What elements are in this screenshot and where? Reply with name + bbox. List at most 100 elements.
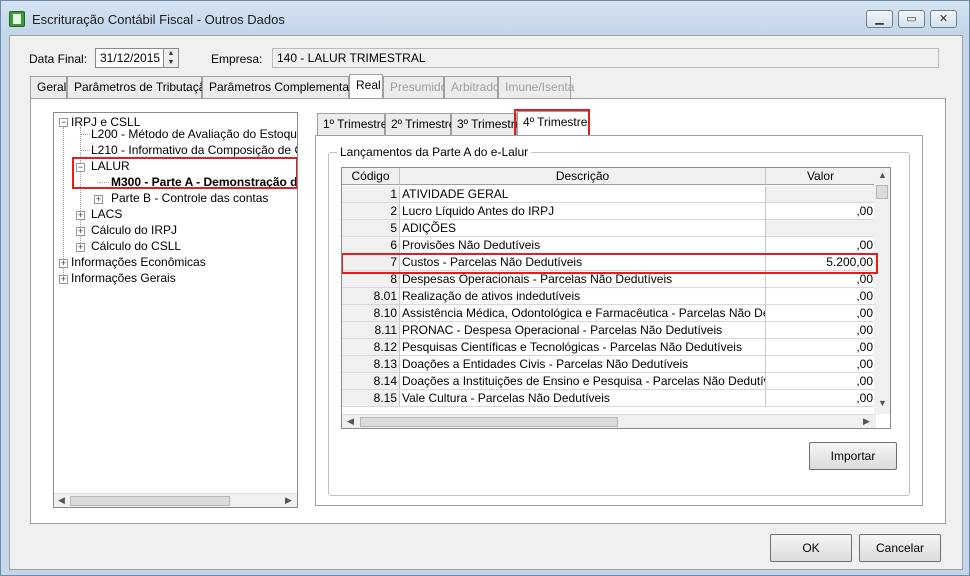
group-title: Lançamentos da Parte A do e-Lalur [337, 145, 532, 159]
scroll-thumb[interactable] [360, 417, 618, 427]
table-row[interactable]: 8.13 Doações a Entidades Civis - Parcelas… [342, 356, 876, 373]
tab-real[interactable]: Real [349, 74, 383, 98]
tree-item-l200[interactable]: L200 - Método de Avaliação do Estoque Fi… [91, 127, 297, 141]
table-row[interactable]: 1 ATIVIDADE GERAL [342, 186, 876, 203]
cell-valor[interactable]: ,00 [766, 203, 876, 220]
cell-codigo: 6 [342, 237, 400, 254]
importar-button[interactable]: Importar [809, 442, 897, 470]
tree-item-informacoes-gerais[interactable]: Informações Gerais [71, 271, 176, 285]
app-icon [9, 11, 25, 27]
cell-codigo: 8.10 [342, 305, 400, 322]
scroll-up-icon[interactable]: ▲ [878, 170, 887, 180]
cell-valor[interactable]: ,00 [766, 339, 876, 356]
expand-icon[interactable]: + [76, 243, 85, 252]
cell-descricao: Doações a Instituições de Ensino e Pesqu… [400, 373, 766, 390]
window-title: Escrituração Contábil Fiscal - Outros Da… [32, 12, 285, 27]
cell-descricao: ADIÇÕES [400, 220, 766, 237]
tab-arbitrado: Arbitrado [444, 76, 500, 98]
title-bar[interactable]: Escrituração Contábil Fiscal - Outros Da… [1, 1, 969, 35]
spin-down-icon[interactable]: ▼ [164, 58, 178, 67]
tree-item-parte-b[interactable]: Parte B - Controle das contas [111, 191, 268, 205]
cell-valor[interactable]: ,00 [766, 390, 876, 407]
table-row[interactable]: 8.14 Doações a Instituições de Ensino e P… [342, 373, 876, 390]
table-row[interactable]: 8.15 Vale Cultura - Parcelas Não Dedutíve… [342, 390, 876, 407]
empresa-label: Empresa: [211, 52, 263, 66]
scroll-thumb[interactable] [70, 496, 230, 506]
tree-item-calculo-csll[interactable]: Cálculo do CSLL [91, 239, 181, 253]
spin-up-icon[interactable]: ▲ [164, 49, 178, 58]
tab-geral[interactable]: Geral [30, 76, 67, 98]
tab-3-trimestre[interactable]: 3º Trimestre [451, 113, 521, 135]
scroll-down-icon[interactable]: ▼ [878, 398, 887, 408]
tab-2-trimestre[interactable]: 2º Trimestre [385, 113, 455, 135]
table-row[interactable]: 8.01 Realização de ativos indedutíveis ,00 [342, 288, 876, 305]
cell-descricao: Doações a Entidades Civis - Parcelas Não… [400, 356, 766, 373]
cell-valor[interactable] [766, 186, 876, 203]
tree-item-calculo-irpj[interactable]: Cálculo do IRPJ [91, 223, 177, 237]
trimestre-panel: Lançamentos da Parte A do e-Lalur Código… [315, 135, 923, 506]
table-row[interactable]: 5 ADIÇÕES [342, 220, 876, 237]
table-row[interactable]: 8.11 PRONAC - Despesa Operacional - Parce… [342, 322, 876, 339]
tree-item-lacs[interactable]: LACS [91, 207, 122, 221]
tab-presumido: Presumido [383, 76, 447, 98]
table-row[interactable]: 2 Lucro Líquido Antes do IRPJ ,00 [342, 203, 876, 220]
empresa-field: 140 - LALUR TRIMESTRAL [272, 48, 939, 68]
cell-codigo: 8.14 [342, 373, 400, 390]
cell-descricao: ATIVIDADE GERAL [400, 186, 766, 203]
expand-icon[interactable]: + [76, 211, 85, 220]
cell-valor[interactable]: ,00 [766, 356, 876, 373]
scroll-right-icon[interactable]: ▶ [285, 495, 292, 506]
lancamentos-grid[interactable]: Código Descrição Valor 1 ATIVIDADE GERAL 2… [341, 167, 891, 429]
table-row[interactable]: 8.12 Pesquisas Científicas e Tecnológicas… [342, 339, 876, 356]
cell-valor[interactable]: ,00 [766, 305, 876, 322]
trimestre-highlight [514, 109, 590, 137]
cell-valor[interactable]: ,00 [766, 237, 876, 254]
close-button[interactable]: ✕ [930, 10, 957, 28]
tab-parametros-complementares[interactable]: Parâmetros Complementares [202, 76, 366, 98]
tab-panel-real: − IRPJ e CSLL L200 - Método de Avaliação… [30, 98, 946, 524]
tab-parametros-tributacao[interactable]: Parâmetros de Tributação [67, 76, 212, 98]
custos-row-highlight [342, 253, 878, 274]
table-row[interactable]: 8.10 Assistência Médica, Odontológica e F… [342, 305, 876, 322]
tree-item-l210[interactable]: L210 - Informativo da Composição de Cust… [91, 143, 297, 157]
tab-imune-isenta: Imune/Isenta [498, 76, 574, 98]
date-spinner[interactable]: ▲ ▼ [163, 48, 179, 68]
table-row[interactable]: 6 Provisões Não Dedutíveis ,00 [342, 237, 876, 254]
minimize-button[interactable]: ▁ [866, 10, 893, 28]
grid-horizontal-scrollbar[interactable]: ◀ ▶ [342, 414, 876, 428]
data-final-label: Data Final: [29, 52, 88, 66]
maximize-button[interactable]: ▭ [898, 10, 925, 28]
cell-descricao: Vale Cultura - Parcelas Não Dedutíveis [400, 390, 766, 407]
cell-valor[interactable]: ,00 [766, 288, 876, 305]
expand-icon[interactable]: + [76, 227, 85, 236]
expand-icon[interactable]: + [94, 195, 103, 204]
tree-view[interactable]: − IRPJ e CSLL L200 - Método de Avaliação… [53, 112, 298, 508]
client-area: Data Final: 31/12/2015 ▲ ▼ Empresa: 140 … [9, 35, 963, 570]
cell-valor[interactable] [766, 220, 876, 237]
column-header-valor[interactable]: Valor [766, 168, 876, 185]
scroll-thumb[interactable] [876, 185, 888, 199]
cell-codigo: 8.11 [342, 322, 400, 339]
cell-codigo: 1 [342, 186, 400, 203]
tab-1-trimestre[interactable]: 1º Trimestre [317, 113, 387, 135]
data-final-field[interactable]: 31/12/2015 [95, 48, 165, 68]
scroll-left-icon[interactable]: ◀ [347, 416, 354, 427]
tree-horizontal-scrollbar[interactable]: ◀ ▶ [54, 493, 297, 507]
scroll-right-icon[interactable]: ▶ [863, 416, 870, 427]
tree-item-informacoes-economicas[interactable]: Informações Econômicas [71, 255, 206, 269]
expand-icon[interactable]: + [59, 275, 68, 284]
cell-descricao: Realização de ativos indedutíveis [400, 288, 766, 305]
cell-valor[interactable]: ,00 [766, 373, 876, 390]
cell-descricao: Pesquisas Científicas e Tecnológicas - P… [400, 339, 766, 356]
cancelar-button[interactable]: Cancelar [859, 534, 941, 562]
column-header-descricao[interactable]: Descrição [400, 168, 766, 185]
cell-codigo: 2 [342, 203, 400, 220]
ok-button[interactable]: OK [770, 534, 852, 562]
cell-valor[interactable]: ,00 [766, 322, 876, 339]
grid-vertical-scrollbar[interactable]: ▲ ▼ [874, 168, 890, 414]
expand-icon[interactable]: + [59, 259, 68, 268]
scroll-left-icon[interactable]: ◀ [58, 495, 65, 506]
column-header-codigo[interactable]: Código [342, 168, 400, 185]
cell-descricao: Assistência Médica, Odontológica e Farma… [400, 305, 766, 322]
collapse-icon[interactable]: − [59, 118, 68, 127]
